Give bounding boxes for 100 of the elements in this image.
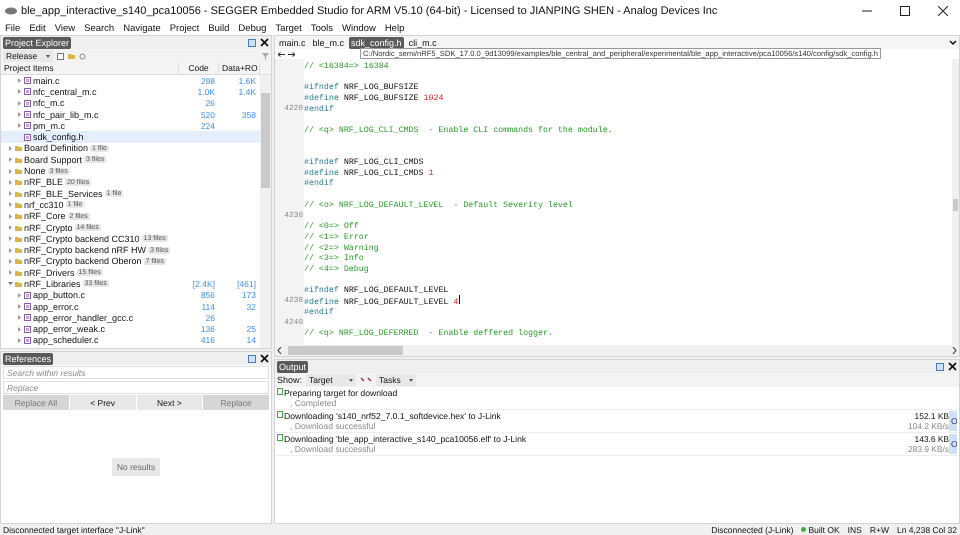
- close-icon[interactable]: [948, 362, 957, 371]
- file-icon[interactable]: [57, 52, 64, 60]
- horizontal-scrollbar[interactable]: [275, 345, 959, 356]
- show-dropdown[interactable]: Target: [306, 374, 356, 386]
- log-entry-icon: [277, 434, 283, 441]
- scrollbar[interactable]: [260, 75, 271, 348]
- status-label: O: [949, 434, 957, 454]
- insert-mode: INS: [848, 524, 862, 534]
- column-header[interactable]: Data+RO: [219, 63, 260, 74]
- action-button[interactable]: Next >: [136, 395, 202, 410]
- menu-item[interactable]: Project: [170, 23, 200, 34]
- scrollbar[interactable]: [952, 59, 959, 345]
- caret-icon[interactable]: [8, 225, 13, 230]
- status-dot: [801, 527, 806, 532]
- folder-name: nRF_Drivers: [24, 268, 75, 278]
- search-field[interactable]: Search within results: [3, 366, 269, 379]
- code-size: [2.4K]: [192, 278, 216, 289]
- menu-item[interactable]: File: [5, 23, 20, 34]
- code-size: 224: [200, 120, 216, 131]
- folder-name: Board Support: [24, 154, 82, 165]
- panel-title: References: [3, 352, 54, 364]
- code-line: #endif: [304, 179, 334, 188]
- download-size: 143.6 KB: [914, 434, 949, 444]
- caret-icon[interactable]: [8, 236, 13, 242]
- dock-icon[interactable]: [248, 38, 256, 46]
- chevron-down-icon[interactable]: [949, 40, 957, 46]
- file-tab[interactable]: ble_m.c: [310, 36, 346, 48]
- menu-item[interactable]: Search: [84, 23, 114, 34]
- file-tab[interactable]: sdk_config.h: [349, 36, 404, 48]
- output-message: Preparing target for download: [284, 388, 398, 398]
- caret-icon[interactable]: [8, 214, 13, 219]
- tree-row[interactable]: app_error_handler_gcc.c 26: [1, 312, 260, 324]
- menu-item[interactable]: Window: [342, 23, 376, 34]
- tree-row[interactable]: main.c 298 1.6K: [1, 75, 260, 86]
- caret-icon[interactable]: [17, 292, 22, 298]
- code-line: // <q> NRF_LOG_CLI_CMDS - Enable CLI commands for the module.: [304, 126, 613, 135]
- code-size: 298: [200, 76, 216, 86]
- file-tab[interactable]: main.c: [277, 36, 308, 48]
- code-line: #endif: [304, 104, 334, 114]
- close-icon: [938, 6, 948, 16]
- output-detail: , Completed: [290, 398, 338, 408]
- tree-row[interactable]: app_error.c 114 32: [1, 300, 260, 312]
- data-size: 1.6K: [238, 76, 257, 86]
- action-button[interactable]: < Prev: [70, 395, 136, 410]
- show-label: Show:: [277, 375, 302, 385]
- back-arrow-icon[interactable]: [278, 52, 285, 56]
- tasks-dropdown[interactable]: Tasks: [376, 374, 416, 386]
- data-size: 14: [246, 335, 257, 346]
- tree-row[interactable]: app_error_weak.c 136 25: [1, 324, 260, 335]
- menu-item[interactable]: View: [54, 23, 76, 34]
- caret-icon[interactable]: [8, 146, 13, 151]
- close-icon[interactable]: [260, 354, 269, 363]
- forward-arrow-icon[interactable]: [288, 52, 295, 56]
- tree-row[interactable]: app_button.c 856 173: [1, 290, 260, 301]
- tree-row[interactable]: sdk_config.h: [1, 131, 260, 143]
- menu-item[interactable]: Navigate: [123, 23, 161, 34]
- filter-icon[interactable]: [262, 52, 269, 60]
- file-name: app_scheduler.c: [33, 335, 99, 346]
- code-line: #define NRF_LOG_BUFSIZE 1024: [304, 94, 444, 103]
- scroll-right-icon[interactable]: [952, 347, 957, 354]
- menu-item[interactable]: Tools: [310, 23, 334, 34]
- menu-item[interactable]: Target: [275, 23, 302, 34]
- menu-item[interactable]: Help: [384, 23, 404, 34]
- dropdown-arrow-icon: [46, 54, 50, 58]
- file-name: sdk_config.h: [33, 132, 84, 142]
- menu-item[interactable]: Build: [208, 23, 230, 34]
- file-name: app_error_handler_gcc.c: [33, 312, 134, 323]
- dropdown-arrow-icon: [349, 378, 354, 382]
- column-header[interactable]: Project Items: [1, 63, 179, 74]
- scroll-left-icon[interactable]: [277, 347, 282, 354]
- dropdown-arrow-icon: [409, 378, 414, 382]
- file-name: nfc_central_m.c: [33, 86, 97, 97]
- folder-name: nRF_BLE: [24, 177, 64, 188]
- configuration-dropdown[interactable]: Release: [3, 50, 53, 62]
- file-tab[interactable]: cli_m.c: [406, 36, 439, 48]
- tree-row[interactable]: nfc_pair_lib_m.c 520 358: [1, 108, 260, 120]
- menu-item[interactable]: Debug: [238, 23, 266, 34]
- column-header[interactable]: Code: [179, 63, 219, 74]
- tree-row[interactable]: app_scheduler.c 416 14: [1, 334, 260, 346]
- download-rate: 104.2 KB/s: [908, 421, 949, 431]
- dock-icon[interactable]: [936, 362, 944, 370]
- code-line: #endif: [304, 308, 334, 317]
- folder-name: nrf_cc310: [24, 200, 64, 210]
- log-entry-icon: [277, 411, 283, 418]
- tree-row[interactable]: pm_m.c 224: [1, 120, 260, 132]
- folder-icon[interactable]: [68, 53, 75, 59]
- close-icon[interactable]: [260, 38, 269, 47]
- caret-icon[interactable]: [17, 100, 22, 106]
- replace-field[interactable]: Replace: [3, 381, 269, 394]
- output-detail: , Download successful: [290, 421, 377, 431]
- status-message: Disconnected target interface "J-Link": [3, 524, 145, 534]
- menu-item[interactable]: Edit: [29, 23, 46, 34]
- output-message: Downloading 's140_nrf52_7.0.1_softdevice.hex' to J-Link: [284, 411, 502, 421]
- dock-icon[interactable]: [248, 354, 256, 362]
- app-logo-icon: [5, 7, 17, 15]
- tree-row[interactable]: nfc_m.c 26: [1, 98, 260, 109]
- caret-icon[interactable]: [8, 157, 13, 162]
- data-size: 32: [246, 302, 257, 312]
- folder-name: nRF_Core: [24, 211, 66, 222]
- tree-row[interactable]: nfc_central_m.c 1.0K 1.4K: [1, 86, 260, 98]
